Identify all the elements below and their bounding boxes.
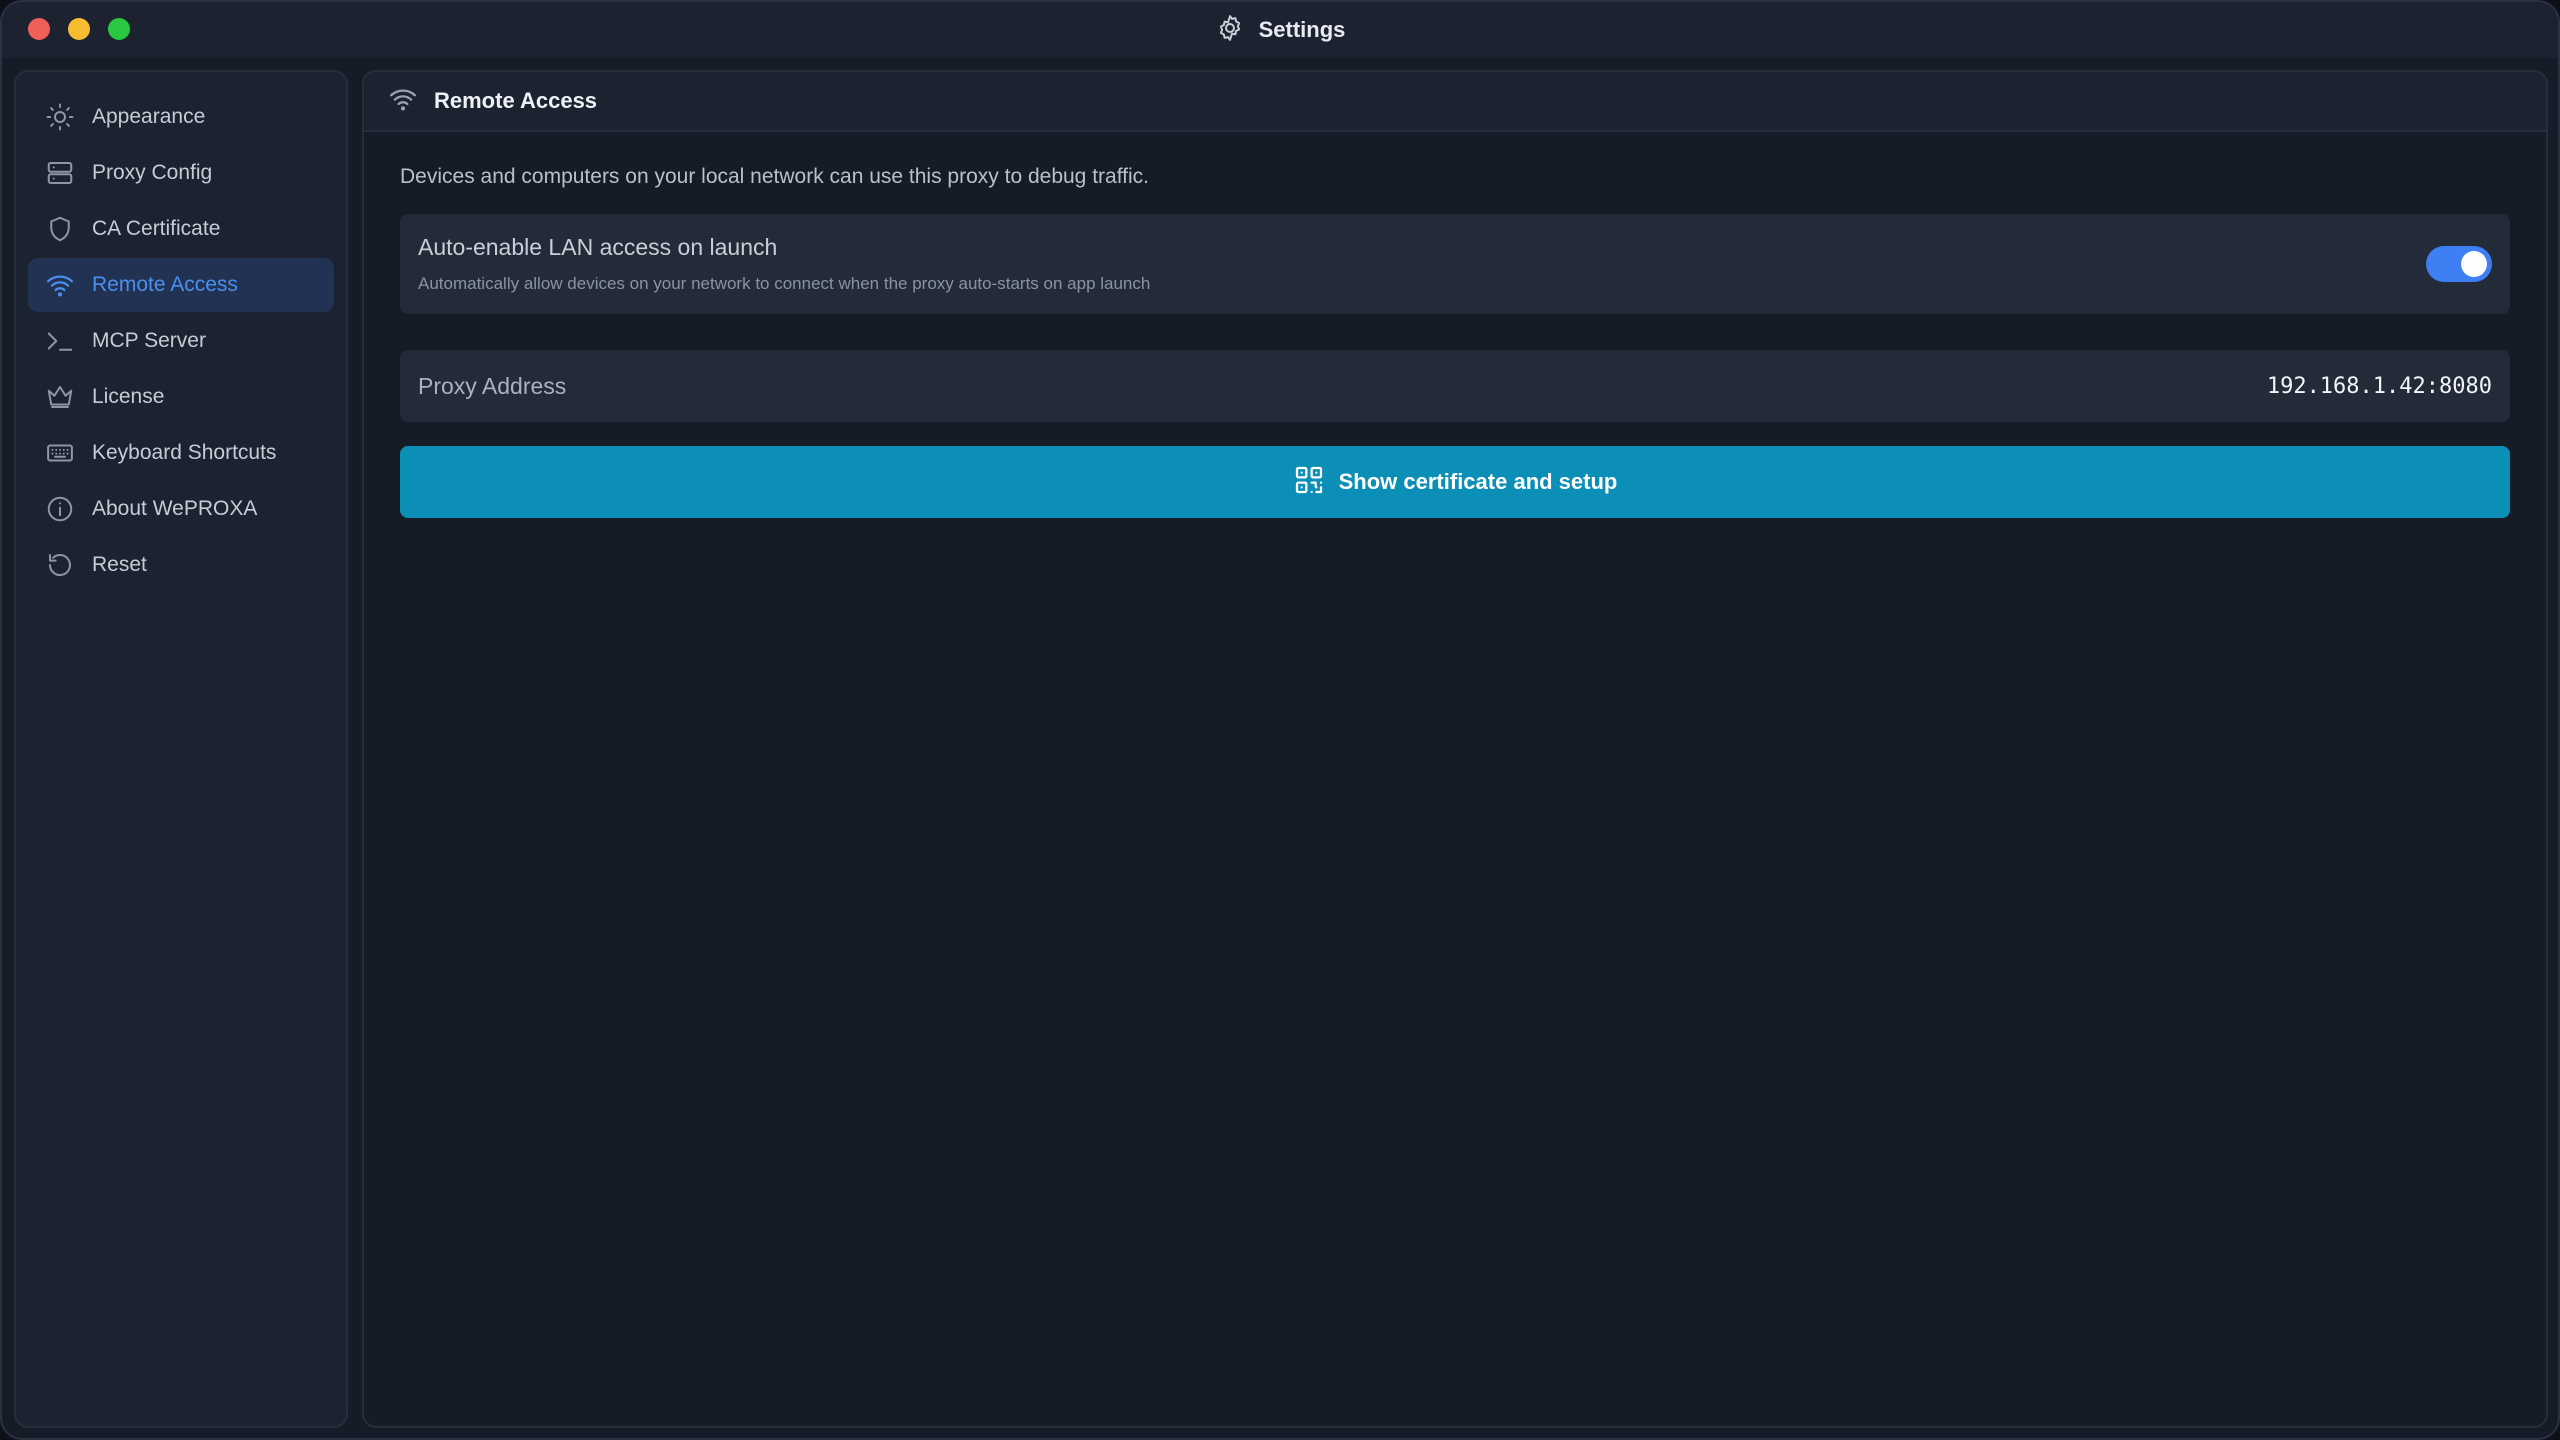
panel-header: Remote Access: [364, 72, 2546, 132]
lan-access-toggle[interactable]: [2426, 246, 2492, 282]
sun-icon: [44, 101, 76, 133]
sidebar-item-label: License: [92, 385, 165, 408]
proxy-address-value[interactable]: 192.168.1.42:8080: [2267, 374, 2492, 399]
panel-content: Devices and computers on your local netw…: [364, 162, 2546, 518]
sidebar-item-about[interactable]: About WePROXA: [28, 482, 334, 536]
sidebar-item-label: MCP Server: [92, 329, 206, 352]
sidebar-item-label: Reset: [92, 553, 147, 576]
wifi-icon: [388, 84, 418, 119]
sidebar-item-proxy-config[interactable]: Proxy Config: [28, 146, 334, 200]
sidebar-item-license[interactable]: License: [28, 370, 334, 424]
info-icon: [44, 493, 76, 525]
sidebar-item-mcp-server[interactable]: MCP Server: [28, 314, 334, 368]
reset-icon: [44, 549, 76, 581]
lan-toggle-title: Auto-enable LAN access on launch: [418, 234, 778, 260]
sidebar: Appearance Proxy Config CA Certificate R…: [14, 70, 348, 1428]
window-title-group: Settings: [1215, 13, 1346, 48]
sidebar-item-appearance[interactable]: Appearance: [28, 90, 334, 144]
titlebar: Settings: [2, 2, 2558, 58]
lan-toggle-subtitle: Automatically allow devices on your netw…: [418, 274, 1151, 293]
sidebar-item-label: About WePROXA: [92, 497, 258, 520]
zoom-window-button[interactable]: [108, 18, 130, 40]
sidebar-item-label: CA Certificate: [92, 217, 221, 240]
show-certificate-label: Show certificate and setup: [1338, 469, 1618, 494]
sidebar-item-reset[interactable]: Reset: [28, 538, 334, 592]
minimize-window-button[interactable]: [68, 18, 90, 40]
server-icon: [44, 157, 76, 189]
proxy-address-card: Proxy Address 192.168.1.42:8080: [400, 350, 2510, 422]
close-window-button[interactable]: [28, 18, 50, 40]
show-certificate-button[interactable]: Show certificate and setup: [400, 446, 2510, 518]
settings-window: Settings Appearance Proxy Config CA Cert…: [0, 0, 2560, 1440]
sidebar-item-label: Keyboard Shortcuts: [92, 441, 277, 464]
window-title: Settings: [1258, 17, 1346, 42]
qr-code-icon: [1293, 464, 1325, 501]
gear-icon: [1215, 13, 1245, 48]
keyboard-icon: [44, 437, 76, 469]
terminal-icon: [44, 325, 76, 357]
sidebar-item-keyboard-shortcuts[interactable]: Keyboard Shortcuts: [28, 426, 334, 480]
sidebar-item-ca-certificate[interactable]: CA Certificate: [28, 202, 334, 256]
sidebar-item-label: Appearance: [92, 105, 206, 128]
panel-description: Devices and computers on your local netw…: [400, 165, 1149, 188]
sidebar-item-label: Remote Access: [92, 273, 238, 296]
panel-title: Remote Access: [434, 88, 598, 113]
wifi-icon: [44, 269, 76, 301]
sidebar-item-remote-access[interactable]: Remote Access: [28, 258, 334, 312]
toggle-knob: [2461, 251, 2487, 277]
main-panel: Remote Access Devices and computers on y…: [362, 70, 2548, 1428]
lan-toggle-card: Auto-enable LAN access on launch Automat…: [400, 214, 2510, 314]
shield-icon: [44, 213, 76, 245]
sidebar-item-label: Proxy Config: [92, 161, 213, 184]
proxy-address-label: Proxy Address: [418, 372, 567, 399]
crown-icon: [44, 381, 76, 413]
